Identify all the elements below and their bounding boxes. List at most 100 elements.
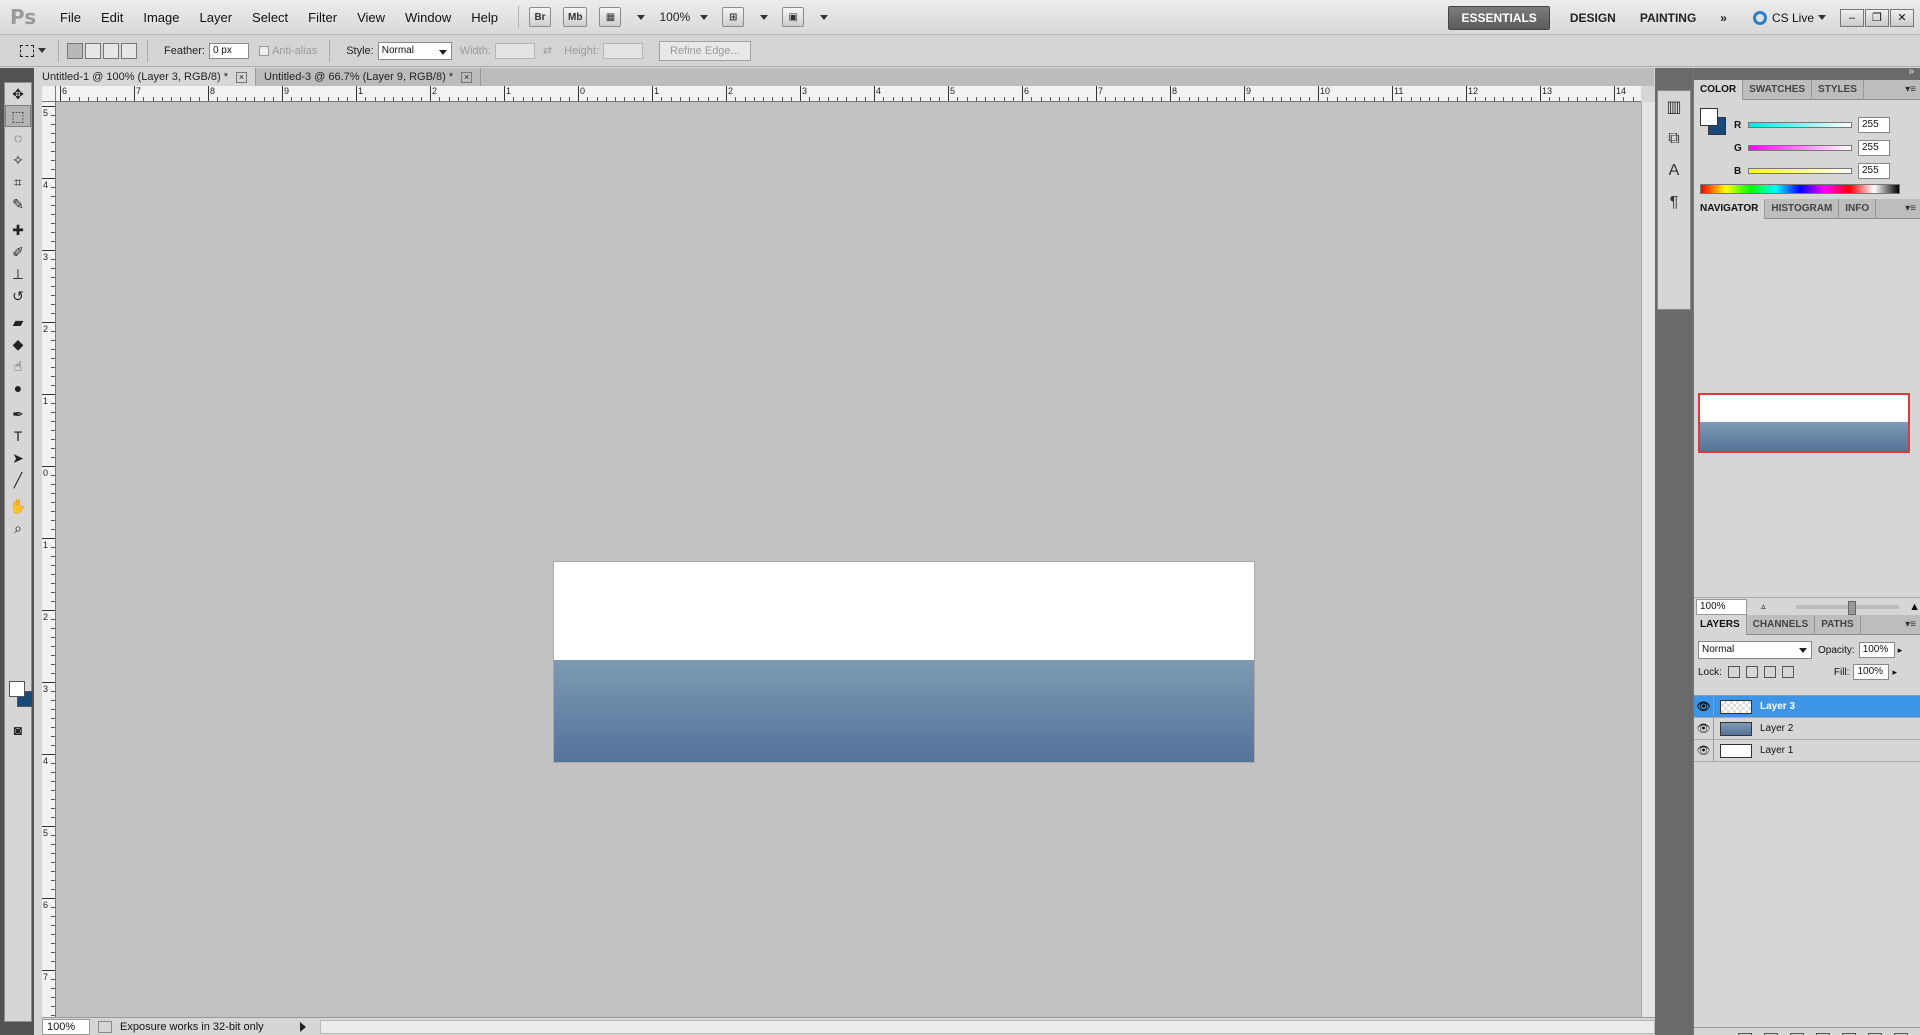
line-tool[interactable]: ╱: [5, 469, 31, 491]
fill-arrow-icon[interactable]: ▸: [1892, 667, 1897, 678]
document-canvas[interactable]: [554, 562, 1254, 762]
menu-image[interactable]: Image: [133, 10, 189, 25]
screen-mode-button[interactable]: ▣: [782, 7, 805, 27]
foreground-color-swatch[interactable]: [9, 681, 25, 697]
opacity-arrow-icon[interactable]: ▸: [1898, 645, 1903, 656]
red-slider[interactable]: [1748, 122, 1852, 128]
lock-pixels-icon[interactable]: [1745, 666, 1758, 678]
feather-input[interactable]: 0 px: [208, 42, 249, 59]
paragraph-dock-icon[interactable]: ¶: [1658, 187, 1690, 219]
menu-select[interactable]: Select: [242, 10, 298, 25]
eye-icon[interactable]: 👁: [1694, 739, 1714, 762]
ruler-origin[interactable]: [42, 86, 56, 102]
panel-menu-icon[interactable]: ▾≡: [1905, 203, 1916, 214]
pen-tool[interactable]: ✒: [5, 403, 31, 425]
status-zoom[interactable]: 100%: [42, 1018, 90, 1035]
eraser-tool[interactable]: ▰: [5, 311, 31, 333]
menu-filter[interactable]: Filter: [298, 10, 347, 25]
fill-input[interactable]: 100%: [1853, 664, 1890, 680]
refine-edge-button[interactable]: Refine Edge...: [659, 40, 751, 61]
minibridge-dock-icon[interactable]: ▥: [1658, 91, 1690, 123]
navigator-zoom-input[interactable]: 100%: [1696, 598, 1748, 615]
path-select-tool[interactable]: ➤: [5, 447, 31, 469]
menu-file[interactable]: File: [50, 10, 91, 25]
height-input[interactable]: [603, 42, 643, 59]
crop-tool[interactable]: ⌗: [5, 171, 31, 193]
chevron-down-icon[interactable]: [760, 14, 769, 20]
green-slider[interactable]: [1748, 145, 1852, 151]
move-tool[interactable]: ✥: [5, 83, 31, 105]
tab-styles[interactable]: STYLES: [1812, 79, 1864, 100]
panel-menu-icon[interactable]: ▾≡: [1905, 84, 1916, 95]
panels-collapse-strip[interactable]: »: [1694, 66, 1920, 80]
zoom-tool[interactable]: ⌕: [5, 517, 31, 539]
chevron-down-icon[interactable]: [637, 14, 646, 20]
opacity-input[interactable]: 100%: [1858, 642, 1895, 658]
smudge-tool[interactable]: ☝: [5, 355, 31, 377]
view-extras-button[interactable]: ▦: [599, 7, 622, 27]
layer-row[interactable]: 👁 Layer 3: [1694, 695, 1920, 718]
lasso-tool[interactable]: ◌: [5, 127, 31, 149]
quick-mask-button[interactable]: ◙: [5, 719, 31, 741]
dodge-tool[interactable]: ●: [5, 377, 31, 399]
history-brush-tool[interactable]: ↺: [5, 285, 31, 307]
more-workspaces-button[interactable]: »: [1708, 6, 1739, 30]
tool-preset-picker[interactable]: [20, 40, 50, 62]
tab-color[interactable]: COLOR: [1694, 79, 1744, 100]
paint-bucket-tool[interactable]: ◆: [5, 333, 31, 355]
healing-tool[interactable]: ✚: [5, 219, 31, 241]
status-icon[interactable]: [98, 1020, 112, 1033]
workspace-painting[interactable]: PAINTING: [1628, 6, 1708, 30]
status-menu-arrow-icon[interactable]: [300, 1021, 306, 1032]
vertical-ruler[interactable]: 5 4 3 2 1 0 1 2 3 4 5 6 7: [42, 102, 56, 1017]
zoom-level[interactable]: 100%: [659, 10, 690, 24]
cs-live-menu[interactable]: CS Live: [1752, 10, 1826, 25]
layer-row[interactable]: 👁 Layer 1: [1694, 739, 1920, 762]
style-select[interactable]: Normal: [377, 41, 452, 60]
lock-position-icon[interactable]: [1763, 666, 1776, 678]
menu-view[interactable]: View: [347, 10, 395, 25]
tab-info[interactable]: INFO: [1839, 198, 1877, 219]
menu-window[interactable]: Window: [395, 10, 461, 25]
stamp-tool[interactable]: ⊥: [5, 263, 31, 285]
eye-icon[interactable]: 👁: [1694, 717, 1714, 740]
history-dock-icon[interactable]: ⧉: [1658, 123, 1690, 155]
eye-icon[interactable]: 👁: [1694, 695, 1714, 718]
chevron-down-icon[interactable]: [700, 14, 709, 20]
marquee-tool[interactable]: ⬚: [5, 105, 31, 127]
workspace-design[interactable]: DESIGN: [1558, 6, 1628, 30]
chevron-down-icon[interactable]: [820, 14, 829, 20]
tab-paths[interactable]: PATHS: [1815, 614, 1861, 635]
layer-row[interactable]: 👁 Layer 2: [1694, 717, 1920, 740]
tab-layers[interactable]: LAYERS: [1694, 614, 1747, 635]
type-tool[interactable]: T: [5, 425, 31, 447]
zoom-out-icon[interactable]: ▵: [1761, 601, 1766, 612]
navigator-zoom-slider[interactable]: [1795, 600, 1900, 615]
green-value-input[interactable]: 255: [1858, 140, 1890, 156]
color-fg-swatch[interactable]: [1700, 108, 1718, 126]
lock-transparent-icon[interactable]: [1727, 666, 1740, 678]
close-icon[interactable]: ×: [461, 71, 473, 83]
vertical-scrollbar[interactable]: [1641, 102, 1655, 1017]
arrange-documents-button[interactable]: ⊞: [722, 7, 745, 27]
antialias-checkbox[interactable]: [258, 45, 269, 56]
swap-dimensions-icon[interactable]: ⇄: [543, 44, 552, 57]
hand-tool[interactable]: ✋: [5, 495, 31, 517]
eyedropper-tool[interactable]: ✎: [5, 193, 31, 215]
quick-select-tool[interactable]: ✧: [5, 149, 31, 171]
width-input[interactable]: [494, 42, 535, 59]
panel-menu-icon[interactable]: ▾≡: [1905, 619, 1916, 630]
close-icon[interactable]: ×: [236, 71, 248, 83]
collapse-icon[interactable]: »: [1908, 66, 1914, 77]
tab-untitled-1[interactable]: Untitled-1 @ 100% (Layer 3, RGB/8) * ×: [34, 68, 257, 86]
close-button[interactable]: ✕: [1890, 8, 1914, 27]
character-dock-icon[interactable]: A: [1658, 155, 1690, 187]
tab-untitled-3[interactable]: Untitled-3 @ 66.7% (Layer 9, RGB/8) * ×: [256, 68, 482, 86]
blue-slider[interactable]: [1748, 168, 1852, 174]
subtract-selection-button[interactable]: [103, 42, 119, 59]
brush-tool[interactable]: ✐: [5, 241, 31, 263]
add-selection-button[interactable]: [85, 42, 101, 59]
minibridge-button[interactable]: Mb: [563, 7, 588, 27]
bridge-button[interactable]: Br: [529, 7, 552, 27]
tab-channels[interactable]: CHANNELS: [1747, 614, 1816, 635]
